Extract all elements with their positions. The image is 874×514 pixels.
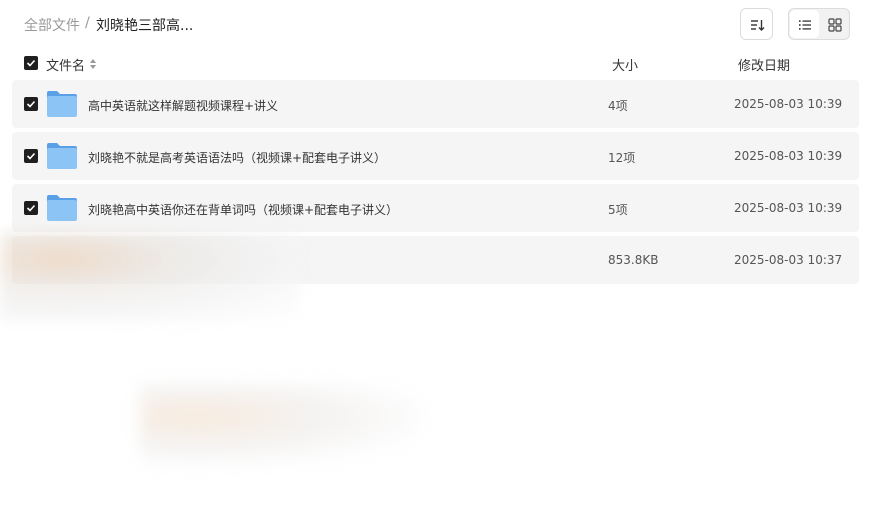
sort-button[interactable] (740, 8, 773, 40)
file-date: 2025-08-03 10:39 (734, 97, 843, 111)
file-name: 刘晓艳高中英语你还在背单词吗（视频课+配套电子讲义） (88, 203, 399, 217)
checkmark-icon (26, 59, 36, 67)
file-date: 2025-08-03 10:39 (734, 149, 843, 163)
file-name: 刘晓艳不就是高考英语语法吗（视频课+配套电子讲义） (88, 151, 387, 165)
column-header-date: 修改日期 (738, 59, 791, 74)
folder-icon (47, 143, 77, 169)
row-checkbox[interactable] (24, 97, 38, 111)
grid-view-icon (828, 18, 842, 32)
list-view-icon (799, 20, 811, 30)
file-name: 高中英语就这样解题视频课程+讲义 (88, 99, 279, 113)
blurred-overlay (140, 385, 420, 465)
checkmark-icon (26, 100, 36, 108)
checkmark-icon (26, 204, 36, 212)
select-all-checkbox[interactable] (24, 56, 38, 70)
file-size: 12项 (608, 151, 636, 165)
file-size: 853.8KB (608, 253, 659, 267)
checkmark-icon (26, 152, 36, 160)
column-header-size: 大小 (612, 59, 639, 74)
breadcrumb-separator: / (85, 15, 90, 31)
blurred-overlay (0, 232, 300, 322)
file-size: 5项 (608, 203, 628, 217)
view-toggle (788, 8, 850, 40)
breadcrumb-current: 刘晓艳三部高... (96, 18, 194, 34)
row-checkbox[interactable] (24, 149, 38, 163)
breadcrumb-root[interactable]: 全部文件 (24, 15, 80, 35)
table-row[interactable]: 刘晓艳高中英语你还在背单词吗（视频课+配套电子讲义） 5项 2025-08-03… (12, 184, 859, 232)
grid-view-button[interactable] (820, 10, 849, 38)
file-date: 2025-08-03 10:37 (734, 253, 843, 267)
folder-icon (47, 91, 77, 117)
sort-toggle-icon[interactable] (89, 58, 97, 70)
table-row[interactable]: 刘晓艳不就是高考英语语法吗（视频课+配套电子讲义） 12项 2025-08-03… (12, 132, 859, 180)
top-bar: 全部文件 / 刘晓艳三部高... (0, 0, 874, 48)
file-date: 2025-08-03 10:39 (734, 201, 843, 215)
folder-icon (47, 195, 77, 221)
sort-descending-icon (751, 20, 765, 31)
table-row[interactable]: 高中英语就这样解题视频课程+讲义 4项 2025-08-03 10:39 (12, 80, 859, 128)
table-header: 文件名 大小 修改日期 (0, 50, 874, 78)
file-size: 4项 (608, 99, 628, 113)
column-header-name[interactable]: 文件名 (46, 55, 85, 74)
row-checkbox[interactable] (24, 201, 38, 215)
list-view-button[interactable] (790, 10, 819, 38)
